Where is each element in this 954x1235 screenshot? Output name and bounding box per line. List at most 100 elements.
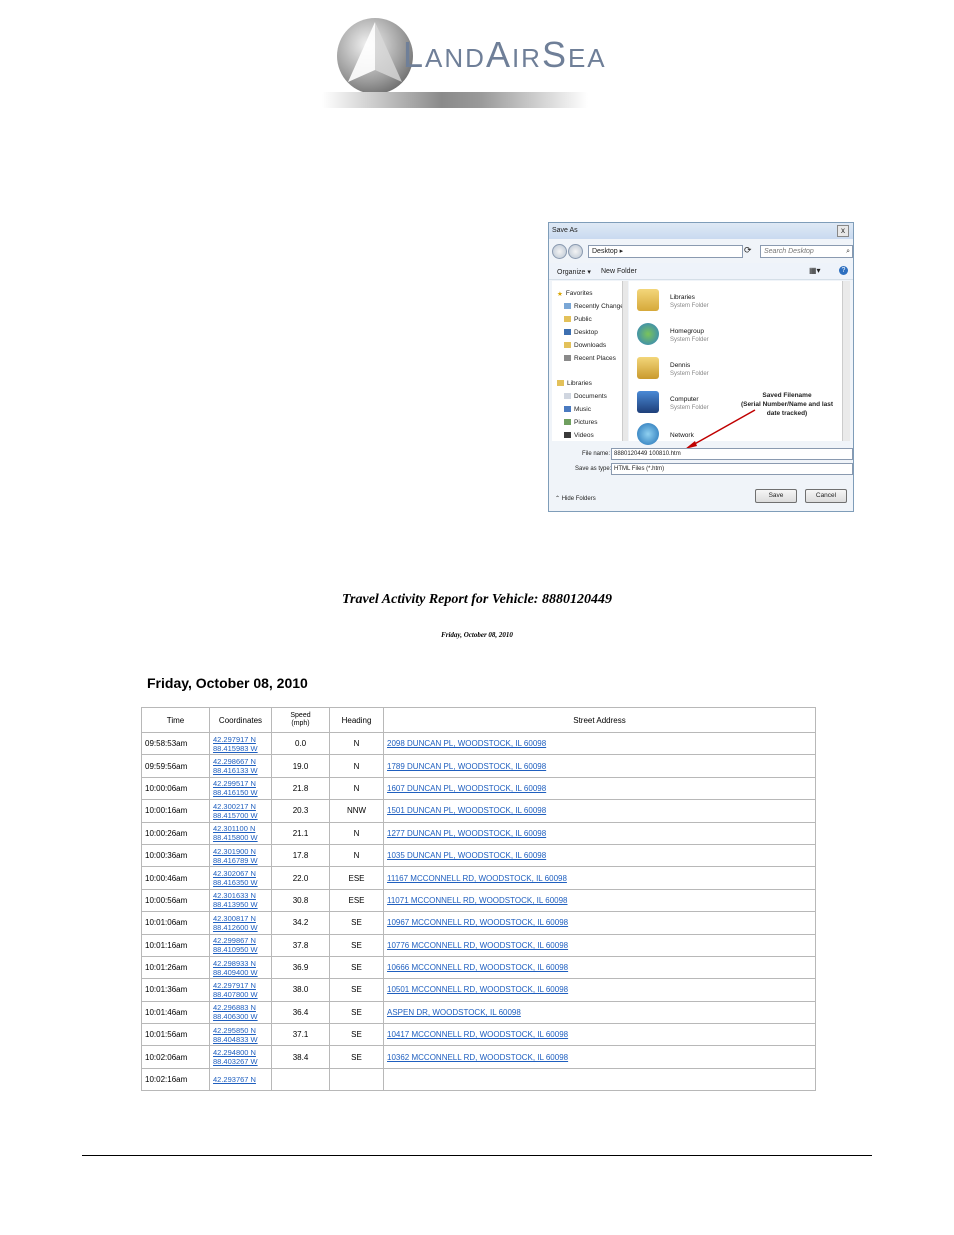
- latitude-link[interactable]: 42.298667 N: [213, 757, 256, 766]
- hide-folders-button[interactable]: ⌃ Hide Folders: [555, 495, 596, 502]
- coordinates-cell: 42.297917 N 88.407800 W: [209, 978, 272, 1002]
- time-cell: 10:00:06am: [141, 776, 210, 801]
- latitude-link[interactable]: 42.297917 N: [213, 735, 256, 744]
- longitude-link[interactable]: 88.407800 W: [213, 990, 258, 999]
- longitude-link[interactable]: 88.412600 W: [213, 923, 258, 932]
- longitude-link[interactable]: 88.406300 W: [213, 1012, 258, 1021]
- street-address-link[interactable]: 1501 DUNCAN PL, WOODSTOCK, IL 60098: [387, 806, 546, 815]
- latitude-link[interactable]: 42.299867 N: [213, 936, 256, 945]
- folder-item-dennis[interactable]: Dennis System Folder: [637, 357, 837, 385]
- latitude-link[interactable]: 42.298933 N: [213, 959, 256, 968]
- heading-cell: SE: [329, 1023, 384, 1047]
- coordinates-cell: 42.299517 N 88.416150 W: [209, 776, 272, 801]
- heading-cell: SE: [329, 1000, 384, 1025]
- street-address-link[interactable]: 2098 DUNCAN PL, WOODSTOCK, IL 60098: [387, 739, 546, 748]
- organize-button[interactable]: Organize ▾: [557, 268, 591, 276]
- latitude-link[interactable]: 42.302067 N: [213, 869, 256, 878]
- street-address-link[interactable]: 10967 MCCONNELL RD, WOODSTOCK, IL 60098: [387, 918, 568, 927]
- folder-item-libraries[interactable]: Libraries System Folder: [637, 289, 837, 317]
- time-cell: 10:00:16am: [141, 799, 210, 823]
- help-icon[interactable]: ?: [839, 266, 848, 275]
- address-field[interactable]: Desktop ▸: [588, 245, 743, 258]
- longitude-link[interactable]: 88.404833 W: [213, 1035, 258, 1044]
- nav-item-favorites[interactable]: ★ Favorites: [557, 290, 593, 299]
- street-address-link[interactable]: 10362 MCCONNELL RD, WOODSTOCK, IL 60098: [387, 1053, 568, 1062]
- speed-cell: 37.8: [271, 933, 330, 957]
- longitude-link[interactable]: 88.415800 W: [213, 833, 258, 842]
- dialog-titlebar: Save As x: [549, 223, 853, 239]
- save-button[interactable]: Save: [755, 489, 797, 503]
- nav-item-recent-places[interactable]: Recent Places: [564, 355, 616, 362]
- nav-item-music[interactable]: Music: [564, 406, 591, 413]
- nav-item-libraries[interactable]: Libraries: [557, 380, 592, 387]
- street-address-link[interactable]: 10666 MCCONNELL RD, WOODSTOCK, IL 60098: [387, 963, 568, 972]
- longitude-link[interactable]: 88.415983 W: [213, 744, 258, 753]
- street-address-link[interactable]: 1277 DUNCAN PL, WOODSTOCK, IL 60098: [387, 829, 546, 838]
- street-address-link[interactable]: 11167 MCCONNELL RD, WOODSTOCK, IL 60098: [387, 874, 567, 883]
- new-folder-button[interactable]: New Folder: [601, 268, 637, 275]
- latitude-link[interactable]: 42.295850 N: [213, 1026, 256, 1035]
- longitude-link[interactable]: 88.415700 W: [213, 811, 258, 820]
- nav-item-desktop[interactable]: Desktop: [564, 329, 598, 336]
- street-address-cell: 11167 MCCONNELL RD, WOODSTOCK, IL 60098: [383, 866, 816, 890]
- nav-pane-scrollbar[interactable]: [622, 281, 628, 441]
- footer-divider: [82, 1155, 872, 1156]
- star-icon: ★: [557, 291, 563, 299]
- heading-cell: N: [329, 821, 384, 845]
- latitude-link[interactable]: 42.293767 N: [213, 1075, 256, 1084]
- latitude-link[interactable]: 42.301633 N: [213, 891, 256, 900]
- folder-item-homegroup[interactable]: Homegroup System Folder: [637, 323, 837, 351]
- latitude-link[interactable]: 42.300217 N: [213, 802, 256, 811]
- nav-item-pictures[interactable]: Pictures: [564, 419, 597, 426]
- cancel-button[interactable]: Cancel: [805, 489, 847, 503]
- coordinates-cell: 42.297917 N 88.415983 W: [209, 731, 272, 756]
- folder-scrollbar[interactable]: [842, 281, 850, 441]
- latitude-link[interactable]: 42.300817 N: [213, 914, 256, 923]
- longitude-link[interactable]: 88.416133 W: [213, 766, 258, 775]
- street-address-link[interactable]: 10501 MCCONNELL RD, WOODSTOCK, IL 60098: [387, 985, 568, 994]
- longitude-link[interactable]: 88.403267 W: [213, 1057, 258, 1066]
- street-address-cell: 1035 DUNCAN PL, WOODSTOCK, IL 60098: [383, 843, 816, 868]
- latitude-link[interactable]: 42.301100 N: [213, 824, 255, 833]
- col-header-speed: Speed (mph): [271, 707, 330, 733]
- latitude-link[interactable]: 42.299517 N: [213, 779, 256, 788]
- street-address-link[interactable]: 1035 DUNCAN PL, WOODSTOCK, IL 60098: [387, 851, 546, 860]
- nav-item-videos[interactable]: Videos: [564, 432, 594, 439]
- nav-item-recently-changed[interactable]: Recently Change: [564, 303, 624, 310]
- network-icon: [637, 423, 659, 445]
- close-icon[interactable]: x: [837, 225, 849, 237]
- street-address-link[interactable]: ASPEN DR, WOODSTOCK, IL 60098: [387, 1008, 521, 1017]
- street-address-link[interactable]: 10417 MCCONNELL RD, WOODSTOCK, IL 60098: [387, 1030, 568, 1039]
- latitude-link[interactable]: 42.294800 N: [213, 1048, 256, 1057]
- pictures-icon: [564, 419, 571, 426]
- street-address-link[interactable]: 11071 MCCONNELL RD, WOODSTOCK, IL 60098: [387, 896, 568, 905]
- refresh-icon[interactable]: ⟳: [744, 245, 756, 256]
- latitude-link[interactable]: 42.301900 N: [213, 847, 256, 856]
- longitude-link[interactable]: 88.416350 W: [213, 878, 258, 887]
- forward-button[interactable]: [568, 244, 583, 259]
- longitude-link[interactable]: 88.413950 W: [213, 900, 258, 909]
- table-row: 10:00:06am 42.299517 N 88.416150 W 21.8 N 160…: [141, 776, 816, 801]
- latitude-link[interactable]: 42.296883 N: [213, 1003, 256, 1012]
- street-address-link[interactable]: 1607 DUNCAN PL, WOODSTOCK, IL 60098: [387, 784, 546, 793]
- latitude-link[interactable]: 42.297917 N: [213, 981, 256, 990]
- table-row: 10:01:56am 42.295850 N 88.404833 W 37.1 SE 10…: [141, 1023, 816, 1047]
- back-button[interactable]: [552, 244, 567, 259]
- street-address-cell: 1789 DUNCAN PL, WOODSTOCK, IL 60098: [383, 754, 816, 778]
- nav-item-public[interactable]: Public: [564, 316, 592, 323]
- longitude-link[interactable]: 88.409400 W: [213, 968, 258, 977]
- longitude-link[interactable]: 88.416789 W: [213, 856, 258, 865]
- file-name-input[interactable]: 8880120449 100810.htm: [611, 448, 853, 460]
- street-address-link[interactable]: 10776 MCCONNELL RD, WOODSTOCK, IL 60098: [387, 941, 568, 950]
- street-address-link[interactable]: 1789 DUNCAN PL, WOODSTOCK, IL 60098: [387, 762, 546, 771]
- nav-item-downloads[interactable]: Downloads: [564, 342, 606, 349]
- save-as-type-select[interactable]: HTML Files (*.htm): [611, 463, 853, 475]
- search-input[interactable]: Search Desktop ⌕: [760, 245, 853, 258]
- longitude-link[interactable]: 88.416150 W: [213, 788, 258, 797]
- longitude-link[interactable]: 88.410950 W: [213, 945, 258, 954]
- heading-cell: ESE: [329, 866, 384, 890]
- user-folder-icon: [637, 357, 659, 379]
- view-options-icon[interactable]: ▦▾: [809, 266, 821, 275]
- table-row: 10:01:16am 42.299867 N 88.410950 W 37.8 SE 10…: [141, 933, 816, 957]
- nav-item-documents[interactable]: Documents: [564, 393, 607, 400]
